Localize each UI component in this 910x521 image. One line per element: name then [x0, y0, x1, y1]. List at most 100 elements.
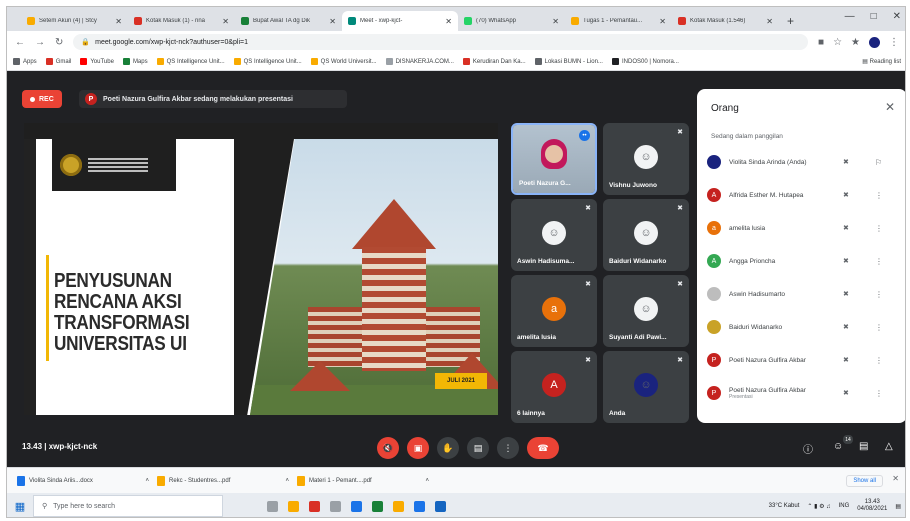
bookmark-item[interactable]: Lokasi BUMN - Lion...	[534, 58, 603, 65]
more-options-icon[interactable]: ⋮	[875, 224, 883, 233]
mic-muted-icon[interactable]: ✖	[843, 257, 849, 265]
raise-hand-button[interactable]: ✋	[437, 437, 459, 459]
close-tab-icon[interactable]: ✕	[222, 17, 229, 26]
chevron-up-icon[interactable]: ˄	[145, 478, 149, 484]
more-options-button[interactable]: ⋮	[497, 437, 519, 459]
participant-tile[interactable]: ☺ ✖ Baiduri Widanarko	[603, 199, 689, 271]
notification-icon[interactable]: ▤	[895, 503, 901, 510]
leave-call-button[interactable]: ☎	[527, 437, 559, 459]
download-item[interactable]: Materi 1 - Pemant....pdf ˄	[297, 475, 429, 486]
mic-muted-icon[interactable]: ✖	[843, 158, 849, 166]
more-options-icon[interactable]: ⋮	[875, 356, 883, 365]
close-tab-icon[interactable]: ✕	[445, 17, 452, 26]
participant-row[interactable]: P Poeti Nazura Gulfira Akbar Presentasi ✖ ⋮	[707, 382, 901, 404]
clock[interactable]: 13.43 04/08/2021	[857, 499, 887, 513]
browser-tab[interactable]: Bupat Awal TA dg Dik ✕	[235, 11, 342, 31]
mic-muted-icon[interactable]: ✖	[843, 356, 849, 364]
bookmark-item[interactable]: Gmail	[45, 58, 71, 65]
participant-tile[interactable]: a ✖ amelita lusia	[511, 275, 597, 347]
participant-row[interactable]: A Angga Prioncha ✖ ⋮	[707, 250, 901, 272]
present-button[interactable]: ▤	[467, 437, 489, 459]
more-options-icon[interactable]: ⋮	[875, 389, 883, 398]
participant-row[interactable]: Violita Sinda Arinda (Anda) ✖ ⚐	[707, 151, 901, 173]
bookmark-item[interactable]: Kerudiran Dan Ka...	[462, 58, 526, 65]
close-tab-icon[interactable]: ✕	[766, 17, 773, 26]
bookmark-item[interactable]: INDOS00 | Nomora...	[611, 58, 679, 65]
recording-badge[interactable]: REC	[22, 90, 62, 108]
participant-tile[interactable]: ☺ ✖ Vishnu Juwono	[603, 123, 689, 195]
participant-row[interactable]: A Alfrida Esther M. Hutapea ✖ ⋮	[707, 184, 901, 206]
menu-icon[interactable]: ⋮	[889, 37, 899, 48]
bookmark-item[interactable]: DISNAKERJA.COM...	[385, 58, 454, 65]
browser-tab[interactable]: Tugas 1 - Pemantau... ✕	[565, 11, 672, 31]
chat-icon[interactable]: ▤	[859, 441, 868, 452]
camera-icon[interactable]: ■	[818, 37, 824, 48]
word-icon[interactable]	[435, 500, 446, 512]
mic-muted-icon[interactable]: ✖	[843, 389, 849, 397]
maximize-icon[interactable]: □	[871, 11, 877, 22]
taskbar-search[interactable]: ⚲ Type here to search	[33, 495, 223, 517]
browser-tab[interactable]: (70) WhatsApp ✕	[458, 11, 565, 31]
close-tab-icon[interactable]: ✕	[115, 17, 122, 26]
participant-row[interactable]: Aswin Hadisumarto ✖ ⋮	[707, 283, 901, 305]
close-icon[interactable]: ✕	[885, 100, 895, 114]
mic-muted-icon[interactable]: ✖	[843, 323, 849, 331]
more-options-icon[interactable]: ⋮	[875, 323, 883, 332]
close-tab-icon[interactable]: ✕	[329, 17, 336, 26]
more-options-icon[interactable]: ⋮	[875, 290, 883, 299]
more-options-icon[interactable]: ⋮	[875, 191, 883, 200]
participant-row[interactable]: Baiduri Widanarko ✖ ⋮	[707, 316, 901, 338]
browser-tab[interactable]: Kotak Masuk (1) - rina ✕	[128, 11, 235, 31]
participant-tile[interactable]: ☺ ✖ Anda	[603, 351, 689, 423]
new-tab-button[interactable]: +	[779, 14, 802, 31]
app-icon[interactable]	[330, 500, 341, 512]
mic-off-button[interactable]: 🔇	[377, 437, 399, 459]
activities-icon[interactable]: △	[885, 441, 893, 452]
weather-label[interactable]: 33°C Kabut	[769, 503, 800, 509]
mic-muted-icon[interactable]: ✖	[843, 191, 849, 199]
pin-icon[interactable]: ⚐	[875, 158, 882, 167]
app-icon[interactable]	[309, 500, 320, 512]
participant-tile[interactable]: ☺ ✖ Aswin Hadisuma...	[511, 199, 597, 271]
participant-row[interactable]: P Poeti Nazura Gulfira Akbar ✖ ⋮	[707, 349, 901, 371]
browser-tab[interactable]: Meet - xwp-kjct- ✕	[342, 11, 458, 31]
minimize-icon[interactable]: —	[845, 11, 855, 22]
mic-muted-icon[interactable]: ✖	[843, 224, 849, 232]
app-icon[interactable]	[372, 500, 383, 512]
close-tab-icon[interactable]: ✕	[552, 17, 559, 26]
browser-tab[interactable]: Setem Akun (4) | Stcy ✕	[21, 11, 128, 31]
more-options-icon[interactable]: ⋮	[875, 257, 883, 266]
file-explorer-icon[interactable]	[288, 500, 299, 512]
chevron-up-icon[interactable]: ˄	[425, 478, 429, 484]
info-icon[interactable]: ⓘ	[803, 441, 813, 456]
bookmark-item[interactable]: QS World Universit...	[310, 58, 377, 65]
tray-icons[interactable]: ⌃ ▮ ⚙ ♫	[807, 503, 830, 510]
bookmark-item[interactable]: Maps	[122, 58, 148, 65]
extensions-icon[interactable]: ★	[851, 37, 860, 48]
app-icon[interactable]	[414, 500, 425, 512]
app-icon[interactable]	[393, 500, 404, 512]
show-all-button[interactable]: Show all	[846, 475, 883, 487]
chevron-up-icon[interactable]: ˄	[285, 478, 289, 484]
participant-tile[interactable]: ☺ ✖ Suyanti Adi Pawi...	[603, 275, 689, 347]
forward-icon[interactable]: →	[35, 37, 45, 48]
mic-muted-icon[interactable]: ✖	[843, 290, 849, 298]
participant-row[interactable]: a amelita lusia ✖ ⋮	[707, 217, 901, 239]
chrome-icon[interactable]	[351, 500, 362, 512]
close-tab-icon[interactable]: ✕	[659, 17, 666, 26]
bookmark-item[interactable]: QS Intelligence Unit...	[156, 58, 225, 65]
participant-tile[interactable]: •• Poeti Nazura G...	[511, 123, 597, 195]
download-item[interactable]: Rekc - Studentres...pdf ˄	[157, 475, 289, 486]
close-downloads-icon[interactable]: ✕	[892, 474, 899, 483]
back-icon[interactable]: ←	[15, 37, 25, 48]
camera-off-button[interactable]: ▣	[407, 437, 429, 459]
star-icon[interactable]: ☆	[833, 37, 842, 48]
bookmark-item[interactable]: QS Intelligence Unit...	[233, 58, 302, 65]
language-label[interactable]: ING	[839, 503, 850, 509]
bookmark-item[interactable]: Apps	[13, 58, 37, 65]
download-item[interactable]: Violita Sinda Ariis...docx ˄	[17, 475, 149, 486]
windows-start-icon[interactable]: ▦	[7, 493, 33, 517]
task-view-icon[interactable]	[267, 500, 278, 512]
close-window-icon[interactable]: ✕	[893, 11, 901, 22]
reload-icon[interactable]: ↻	[55, 37, 63, 48]
